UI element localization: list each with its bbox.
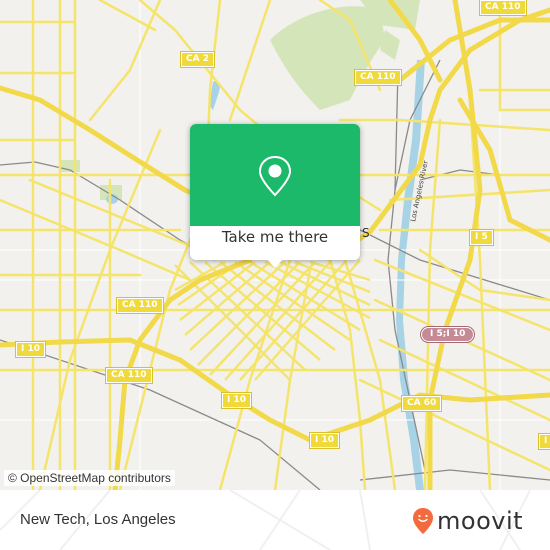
partial-place-label: S (362, 226, 370, 240)
route-shield-ca2: CA 2 (180, 51, 215, 68)
route-shield-partial: I (537, 433, 550, 450)
place-name: New Tech, Los Angeles (20, 511, 176, 528)
map-pin-icon (258, 155, 292, 197)
take-me-there-popup[interactable]: Take me there (190, 124, 360, 268)
route-shield-i5: I 5 (469, 229, 494, 246)
map-view[interactable]: Los Angeles River S CA 2 CA 110 CA 110 C… (0, 0, 550, 490)
route-shield-ca110: CA 110 (116, 297, 164, 314)
moovit-pin-icon (413, 508, 433, 534)
moovit-logo[interactable]: moovit (412, 507, 523, 535)
route-shield-ca60: CA 60 (400, 395, 443, 412)
footer-bar: New Tech, Los Angeles moovit (0, 490, 550, 550)
take-me-there-button[interactable]: Take me there (190, 228, 360, 246)
popup-pointer (267, 259, 283, 268)
route-shield-ca110: CA 110 (105, 367, 153, 384)
map-attribution[interactable]: © OpenStreetMap contributors (4, 470, 175, 486)
route-shield-i10: I 10 (220, 392, 253, 409)
route-shield-i5-i10: I 5;I 10 (419, 326, 476, 343)
route-shield-ca110: CA 110 (354, 69, 402, 86)
popup-header (190, 124, 360, 226)
route-shield-i10: I 10 (308, 432, 341, 449)
route-shield-i10: I 10 (14, 341, 47, 358)
route-shield-ca110: CA 110 (479, 0, 527, 16)
moovit-wordmark: moovit (437, 507, 524, 535)
